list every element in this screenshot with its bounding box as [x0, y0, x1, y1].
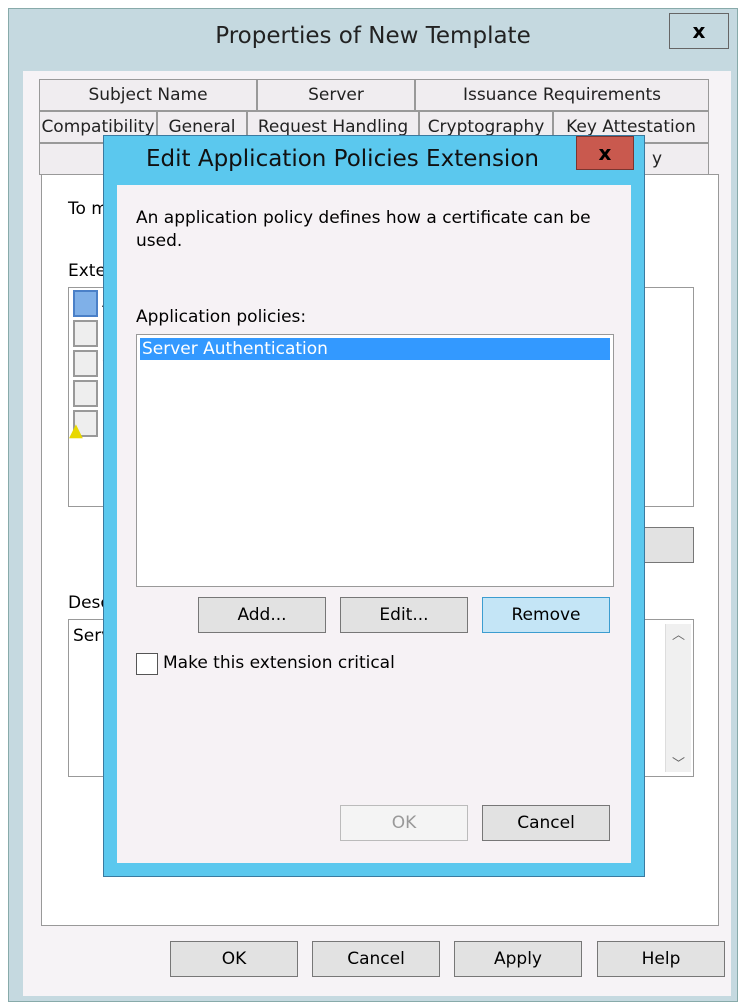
- edit-button[interactable]: Edit...: [340, 597, 468, 633]
- extension-icon: [73, 380, 98, 407]
- window-title: Properties of New Template: [215, 23, 531, 49]
- add-button[interactable]: Add...: [198, 597, 326, 633]
- cancel-button[interactable]: Cancel: [312, 941, 440, 977]
- tab-server[interactable]: Server: [257, 79, 415, 111]
- scroll-up-icon[interactable]: ︿: [666, 624, 691, 643]
- ok-button[interactable]: OK: [170, 941, 298, 977]
- close-button[interactable]: x: [669, 13, 729, 49]
- dialog-close-button[interactable]: x: [576, 136, 634, 170]
- policy-item-selected[interactable]: Server Authentication: [140, 338, 610, 360]
- extension-icon: [73, 290, 98, 317]
- intro-text: To m: [68, 199, 108, 219]
- dialog-title: Edit Application Policies Extension: [146, 146, 539, 172]
- dialog-description: An application policy defines how a cert…: [136, 208, 591, 251]
- apply-button[interactable]: Apply: [454, 941, 582, 977]
- edit-application-policies-dialog: Edit Application Policies Extension x An…: [103, 135, 645, 877]
- policies-list[interactable]: Server Authentication: [136, 334, 614, 587]
- warning-extension-icon: ▲: [69, 410, 98, 441]
- scroll-down-icon[interactable]: ﹀: [666, 753, 691, 772]
- help-button[interactable]: Help: [597, 941, 725, 977]
- policies-label: Application policies:: [136, 307, 307, 327]
- extension-icon: [73, 320, 98, 347]
- dialog-body: An application policy defines how a cert…: [117, 185, 631, 863]
- dialog-cancel-button[interactable]: Cancel: [482, 805, 610, 841]
- critical-label[interactable]: Make this extension critical: [163, 653, 395, 673]
- critical-checkbox[interactable]: [136, 653, 158, 675]
- remove-button[interactable]: Remove: [482, 597, 610, 633]
- scrollbar[interactable]: ︿ ﹀: [665, 624, 691, 772]
- dialog-ok-button[interactable]: OK: [340, 805, 468, 841]
- tab-issuance-requirements[interactable]: Issuance Requirements: [415, 79, 709, 111]
- extension-icon: [73, 350, 98, 377]
- tab-subject-name[interactable]: Subject Name: [39, 79, 257, 111]
